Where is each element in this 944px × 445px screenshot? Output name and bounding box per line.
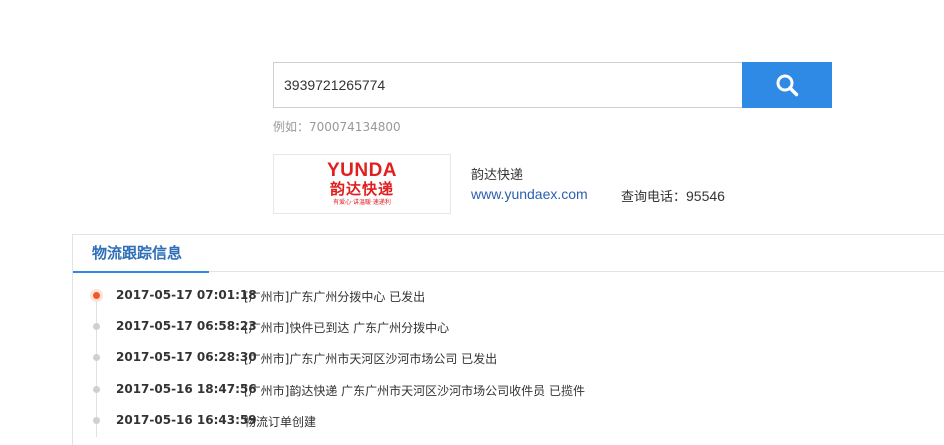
search-icon [776,74,799,97]
tracking-event: 2017-05-17 06:58:23 [广州市]快件已到达 广东广州分拨中心 [73,316,944,336]
company-logo: YUNDA 韵达快递 有爱心·讲温暖·速递利 [273,154,451,214]
event-time: 2017-05-16 18:47:56 [116,382,257,396]
event-description: 物流订单创建 [244,415,317,429]
event-description: [广州市]韵达快递 广东广州市天河区沙河市场公司收件员 已揽件 [244,384,585,398]
timeline-dot [93,417,100,424]
tracking-panel-title: 物流跟踪信息 [73,235,209,273]
tracking-event: 2017-05-16 18:47:56 [广州市]韵达快递 广东广州市天河区沙河… [73,379,944,399]
tracking-panel: 物流跟踪信息 2017-05-17 07:01:18 [广州市]广东广州分拨中心… [72,234,944,445]
example-hint: 例如：700074134800 [273,120,401,134]
phone-label: 查询电话： [621,190,687,205]
company-website-link[interactable]: www.yundaex.com [471,186,588,202]
tracking-event: 2017-05-17 06:28:30 [广州市]广东广州市天河区沙河市场公司 … [73,347,944,367]
event-time: 2017-05-17 06:58:23 [116,319,257,333]
timeline-dot-current [93,292,100,299]
event-time: 2017-05-17 06:28:30 [116,350,257,364]
logo-chinese-name: 韵达快递 [329,179,394,198]
event-time: 2017-05-16 16:43:59 [116,413,257,427]
timeline-dot [93,354,100,361]
search-button[interactable] [742,62,832,108]
timeline-dot [93,386,100,393]
event-description: [广州市]快件已到达 广东广州分拨中心 [244,321,450,335]
search-bar [273,62,832,108]
tracking-number-input[interactable] [273,62,743,108]
tracking-event: 2017-05-16 16:43:59 物流订单创建 [73,410,944,430]
phone-number: 95546 [686,188,725,204]
tracking-panel-header: 物流跟踪信息 [73,235,944,273]
company-name: 韵达快递 [471,168,524,183]
logo-tagline: 有爱心·讲温暖·速递利 [333,198,391,206]
event-description: [广州市]广东广州市天河区沙河市场公司 已发出 [244,352,498,366]
logo-wordmark: YUNDA [326,159,398,181]
tracking-event: 2017-05-17 07:01:18 [广州市]广东广州分拨中心 已发出 [73,285,944,305]
event-time: 2017-05-17 07:01:18 [116,288,257,302]
event-description: [广州市]广东广州分拨中心 已发出 [244,290,426,304]
company-phone: 查询电话：95546 [621,186,725,205]
timeline-dot [93,323,100,330]
